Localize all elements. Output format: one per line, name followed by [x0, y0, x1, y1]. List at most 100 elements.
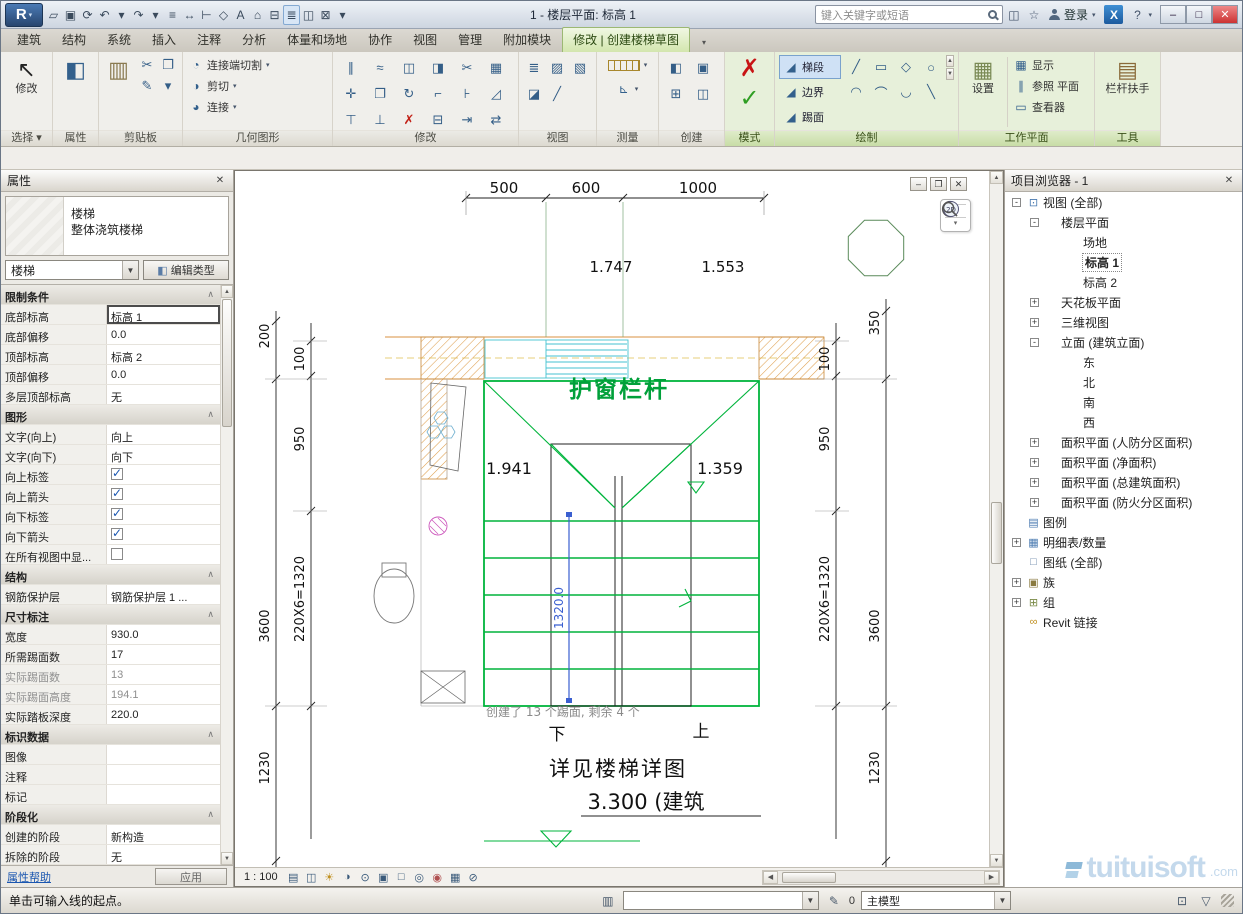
panel-label-create[interactable]: 创建 [659, 130, 724, 146]
property-row[interactable]: 实际踢面高度 194.1 [1, 685, 220, 705]
property-value[interactable]: 220.0 [107, 705, 220, 724]
canvas-vscroll-thumb[interactable] [991, 502, 1002, 564]
switch-windows-icon[interactable]: ◫ [300, 5, 317, 25]
rendering-dialog-icon[interactable]: ⊙ [357, 870, 374, 885]
workplane-tool-button[interactable]: ∥ 参照 平面 [1012, 76, 1081, 96]
property-row[interactable]: 图像 [1, 745, 220, 765]
filter-icon[interactable]: ▽ [1197, 892, 1215, 909]
property-row[interactable]: 向上标签 [1, 465, 220, 485]
close-hidden-windows-icon[interactable]: ⊠ [317, 5, 334, 25]
minimize-button[interactable]: – [1160, 5, 1186, 24]
ribbon-display-toggle-icon[interactable]: ▾ [691, 38, 717, 52]
property-value[interactable]: 新构造 [107, 825, 220, 844]
property-row[interactable]: 文字(向下) 向下 [1, 445, 220, 465]
open-icon[interactable]: ▱ [45, 5, 62, 25]
dimension-label[interactable]: 950 [818, 427, 833, 452]
dimension-label[interactable]: 200 [258, 324, 273, 349]
exchange-apps-icon[interactable]: X [1104, 5, 1123, 24]
property-row[interactable]: 文字(向上) 向上 [1, 425, 220, 445]
canvas-scroll-left-icon[interactable]: ◀ [763, 871, 778, 884]
tree-item[interactable]: 图纸 (全部) [1005, 552, 1242, 572]
print-icon[interactable]: ≡ [164, 5, 181, 25]
panel-label-select[interactable]: 选择 ▾ [1, 130, 52, 146]
dimension-label[interactable]: 220X6=1320 [293, 556, 308, 642]
spot-level-label[interactable]: 1.747 [590, 258, 633, 276]
zoom-caret-icon[interactable]: ▾ [954, 221, 958, 227]
panel-label-mode[interactable]: 模式 [725, 130, 774, 146]
property-row[interactable]: 限制条件 [1, 285, 220, 305]
ribbon-tab[interactable]: 协作 [358, 28, 402, 52]
ribbon-tab-context[interactable]: 修改 | 创建楼梯草图 [562, 27, 690, 52]
property-value[interactable]: 194.1 [107, 685, 220, 704]
property-row[interactable]: 实际踏板深度 220.0 [1, 705, 220, 725]
customize-qat-icon[interactable]: ▾ [334, 5, 351, 25]
canvas-scroll-up-icon[interactable]: ▲ [990, 171, 1003, 184]
view-minimize-icon[interactable]: – [910, 177, 927, 191]
geometry-tool-button[interactable]: ◑ 剪切 ▾ [187, 76, 239, 96]
property-value[interactable]: 钢筋保护层 1 ... [107, 585, 220, 604]
detail-note-line2[interactable]: 3.300 (建筑 [588, 790, 705, 814]
tree-item[interactable]: 南 [1005, 392, 1242, 412]
application-menu-button[interactable]: R▾ [5, 3, 43, 27]
properties-scrollbar[interactable]: ▲ ▼ [220, 285, 233, 865]
text-icon[interactable]: A [232, 5, 249, 25]
trim-extend-corner-icon[interactable]: ⌐ [424, 81, 452, 106]
favorites-icon[interactable]: ☆ [1025, 5, 1043, 25]
tree-item[interactable]: - 楼层平面 [1005, 212, 1242, 232]
ribbon-tab[interactable]: 体量和场地 [277, 28, 357, 52]
tree-item[interactable]: + 明细表/数量 [1005, 532, 1242, 552]
property-value[interactable]: 无 [107, 845, 220, 864]
undo-dropdown-icon[interactable]: ▾ [113, 5, 130, 25]
design-option-caret-icon[interactable]: ▼ [994, 892, 1010, 909]
property-value[interactable]: 13 [107, 665, 220, 684]
press-drag-icon[interactable]: ⊡ [1173, 892, 1191, 909]
tree-item[interactable]: + 三维视图 [1005, 312, 1242, 332]
ribbon-tab[interactable]: 分析 [232, 28, 276, 52]
shadows-icon[interactable]: ◑ [339, 870, 356, 885]
tree-item[interactable]: - 视图 (全部) [1005, 192, 1242, 212]
create-parts-icon[interactable]: ◧ [663, 55, 689, 80]
ribbon-tab[interactable]: 建筑 [7, 28, 51, 52]
run-dimension-right[interactable]: 1.359 [697, 459, 743, 478]
create-assembly-icon[interactable]: ▣ [690, 55, 716, 80]
panel-label-modify[interactable]: 修改 [333, 130, 518, 146]
view-scale-button[interactable]: 1 : 100 [238, 871, 284, 883]
pin-icon[interactable]: ⊤ [337, 107, 365, 132]
help-icon[interactable]: ? [1128, 5, 1146, 25]
tangent-arc-icon[interactable]: ◡ [894, 80, 918, 104]
type-selector-preview[interactable]: 楼梯 整体浇筑楼梯 [5, 196, 229, 256]
dimension-label[interactable]: 1000 [679, 179, 717, 197]
temporary-hide-isolate-icon[interactable]: ◎ [411, 870, 428, 885]
tree-item[interactable]: + 面积平面 (人防分区面积) [1005, 432, 1242, 452]
combo-caret-icon[interactable]: ▼ [122, 261, 138, 279]
element-type-combo[interactable]: 楼梯 ▼ [5, 260, 139, 280]
tree-item[interactable]: + 天花板平面 [1005, 292, 1242, 312]
copy-icon[interactable]: ❐ [366, 81, 394, 106]
circle-tool-icon[interactable]: ○ [919, 55, 943, 79]
existing-stair[interactable] [485, 340, 628, 378]
unpin-icon[interactable]: ⊥ [366, 107, 394, 132]
cut-icon[interactable]: ✂ [137, 55, 157, 75]
navigation-bar[interactable]: 2D ▾ ▾ [940, 199, 971, 232]
property-row[interactable]: 注释 [1, 765, 220, 785]
property-row[interactable]: 尺寸标注 [1, 605, 220, 625]
property-row[interactable]: 多层顶部标高 无 [1, 385, 220, 405]
tree-expander-icon[interactable]: + [1012, 538, 1021, 547]
property-value[interactable]: 标高 2 [107, 345, 220, 364]
panel-label-tools[interactable]: 工具 [1095, 130, 1160, 146]
dimension-label[interactable]: 3600 [868, 609, 883, 642]
dimension-label[interactable]: 1230 [258, 751, 273, 784]
tree-item[interactable]: 东 [1005, 352, 1242, 372]
property-row[interactable]: 所需踢面数 17 [1, 645, 220, 665]
tree-item[interactable]: Revit 链接 [1005, 612, 1242, 632]
ribbon-tab[interactable]: 视图 [403, 28, 447, 52]
property-value[interactable]: 向上 [107, 425, 220, 444]
apply-button[interactable]: 应用 [155, 868, 227, 885]
finish-sketch-button[interactable]: ✓ [731, 85, 769, 113]
panel-label-measure[interactable]: 测量 [597, 130, 658, 146]
line-tool-icon[interactable]: ╱ [844, 55, 868, 79]
plumbing-fixtures[interactable] [374, 383, 466, 703]
aligned-dimension-icon[interactable]: ⊢ [198, 5, 215, 25]
property-checkbox[interactable] [111, 548, 123, 560]
move-icon[interactable]: ✛ [337, 81, 365, 106]
